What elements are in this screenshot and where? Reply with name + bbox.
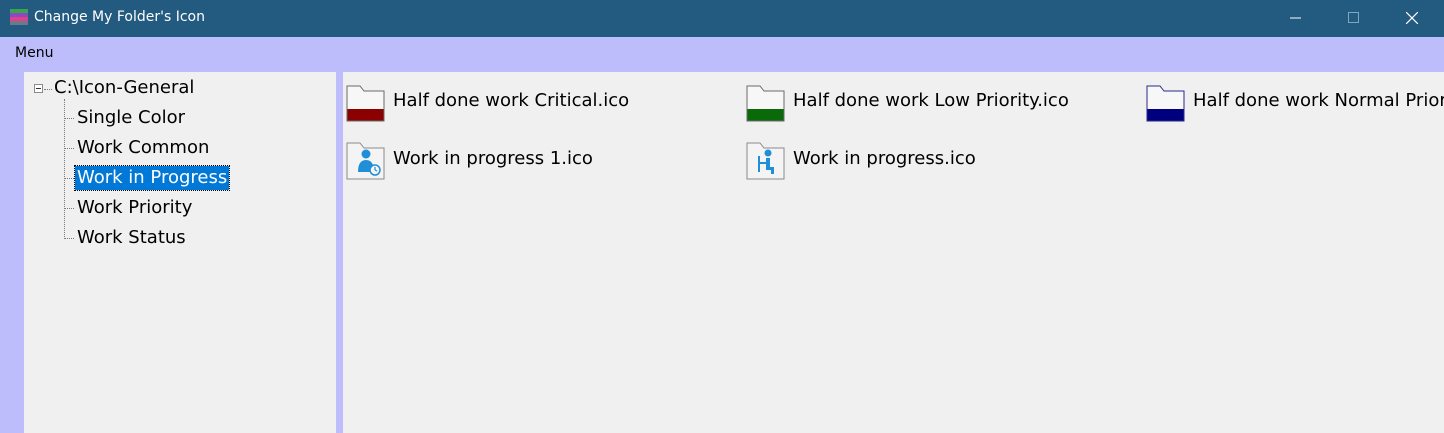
- tree-connector: [64, 238, 74, 239]
- file-name: Work in progress 1.ico: [393, 148, 593, 169]
- title-bar: Change My Folder's Icon: [0, 0, 1444, 37]
- tree-connector: [64, 148, 74, 149]
- app-logo-icon: [10, 9, 28, 25]
- icon-file-list[interactable]: Half done work Critical.ico Half done wo…: [343, 72, 1444, 433]
- tree-item-single-color[interactable]: Single Color: [75, 106, 187, 130]
- collapse-icon[interactable]: [34, 84, 43, 93]
- folder-half-blue-icon: [1146, 85, 1185, 122]
- close-button[interactable]: [1384, 0, 1442, 37]
- tree-item-work-common[interactable]: Work Common: [75, 136, 211, 160]
- close-icon: [1406, 12, 1418, 24]
- folder-half-red-icon: [346, 85, 385, 122]
- tree-root-node[interactable]: C:\Icon-General: [54, 77, 194, 98]
- file-name: Half done work Low Priority.ico: [793, 90, 1069, 111]
- window-title: Change My Folder's Icon: [34, 9, 205, 25]
- file-item[interactable]: Half done work Normal Prior: [1146, 82, 1444, 126]
- tree-connector: [64, 99, 65, 239]
- panel-splitter[interactable]: [336, 72, 343, 433]
- file-item[interactable]: Half done work Critical.ico: [346, 82, 736, 126]
- folder-tree[interactable]: C:\Icon-General Single Color Work Common…: [24, 72, 336, 433]
- tree-connector: [64, 178, 74, 179]
- maximize-button[interactable]: [1326, 0, 1384, 37]
- file-name: Half done work Normal Prior: [1193, 90, 1444, 111]
- maximize-icon: [1348, 12, 1359, 23]
- tree-item-work-priority[interactable]: Work Priority: [75, 196, 194, 220]
- menu-item-menu[interactable]: Menu: [15, 45, 53, 61]
- file-name: Work in progress.ico: [793, 148, 976, 169]
- file-item[interactable]: Work in progress.ico: [746, 140, 1136, 184]
- tree-item-work-in-progress[interactable]: Work in Progress: [73, 165, 231, 191]
- tree-item-work-status[interactable]: Work Status: [75, 226, 188, 250]
- folder-half-green-icon: [746, 85, 785, 122]
- tree-connector: [64, 208, 74, 209]
- file-item[interactable]: Half done work Low Priority.ico: [746, 82, 1136, 126]
- file-name: Half done work Critical.ico: [393, 90, 630, 111]
- work-in-progress-desk-icon: [746, 142, 785, 180]
- minimize-button[interactable]: [1268, 0, 1326, 37]
- work-in-progress-person-icon: [346, 142, 385, 180]
- tree-connector: [44, 89, 52, 90]
- menu-bar: Menu: [0, 37, 1444, 70]
- file-item[interactable]: Work in progress 1.ico: [346, 140, 736, 184]
- minimize-icon: [1290, 17, 1301, 19]
- tree-connector: [64, 118, 74, 119]
